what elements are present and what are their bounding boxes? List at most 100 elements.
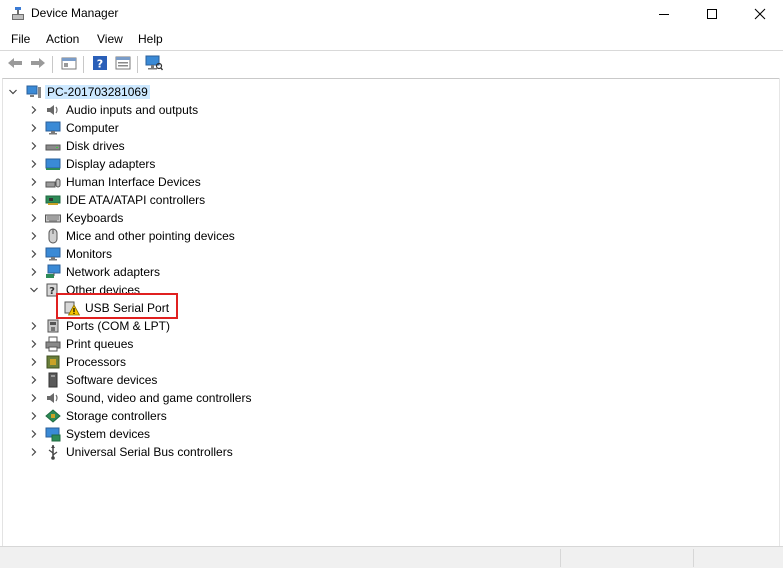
status-bar — [0, 546, 783, 568]
device-manager-window: Device Manager File Action View Help ? P… — [0, 0, 783, 568]
tree-item-audio[interactable]: Audio inputs and outputs — [0, 101, 783, 119]
toolbar-separator — [83, 56, 84, 73]
tree-item-label: Computer — [66, 121, 119, 135]
computer-icon — [45, 120, 61, 136]
hid-icon — [45, 174, 61, 190]
back-button[interactable] — [5, 55, 25, 73]
svg-text:?: ? — [97, 57, 103, 70]
svg-text:?: ? — [49, 286, 55, 297]
tree-item-label: Keyboards — [66, 211, 124, 225]
disk-drive-icon — [45, 138, 61, 154]
minimize-button[interactable] — [641, 0, 687, 28]
tree-item-mice[interactable]: Mice and other pointing devices — [0, 227, 783, 245]
status-divider — [560, 549, 562, 567]
tree-item-label: Print queues — [66, 337, 134, 351]
tree-root[interactable]: PC-201703281069 — [0, 83, 783, 101]
menu-help[interactable]: Help — [138, 32, 163, 46]
tree-item-label: Mice and other pointing devices — [66, 229, 235, 243]
chevron-right-icon[interactable] — [29, 267, 39, 277]
monitor-icon — [45, 246, 61, 262]
help-button[interactable]: ? — [90, 55, 110, 73]
tree-item-label: Storage controllers — [66, 409, 167, 423]
chevron-right-icon[interactable] — [29, 195, 39, 205]
processor-icon — [45, 354, 61, 370]
chevron-right-icon[interactable] — [29, 321, 39, 331]
display-adapter-icon — [45, 156, 61, 172]
chevron-right-icon[interactable] — [29, 429, 39, 439]
tree-item-print-queues[interactable]: Print queues — [0, 335, 783, 353]
scan-hardware-button[interactable] — [144, 55, 164, 73]
tree-item-keyboards[interactable]: Keyboards — [0, 209, 783, 227]
tree-root-label: PC-201703281069 — [45, 85, 150, 99]
menu-file[interactable]: File — [11, 32, 30, 46]
tree-item-software-devices[interactable]: Software devices — [0, 371, 783, 389]
computer-root-icon — [26, 84, 42, 100]
sound-controller-icon — [45, 390, 61, 406]
chevron-right-icon[interactable] — [29, 177, 39, 187]
usb-icon — [45, 444, 61, 460]
tree-item-label: Processors — [66, 355, 127, 369]
tree-item-sound-controllers[interactable]: Sound, video and game controllers — [0, 389, 783, 407]
tree-item-system-devices[interactable]: System devices — [0, 425, 783, 443]
tree-item-usb-controllers[interactable]: Universal Serial Bus controllers — [0, 443, 783, 461]
tree-item-label: Software devices — [66, 373, 158, 387]
title-bar[interactable]: Device Manager — [0, 0, 783, 28]
printer-icon — [45, 336, 61, 352]
console-tree-button[interactable] — [59, 55, 79, 73]
chevron-right-icon[interactable] — [29, 105, 39, 115]
tree-item-label: Display adapters — [66, 157, 156, 171]
chevron-right-icon[interactable] — [29, 447, 39, 457]
network-adapter-icon — [45, 264, 61, 280]
scan-hardware-changes-icon — [145, 55, 164, 74]
tree-item-hid[interactable]: Human Interface Devices — [0, 173, 783, 191]
menu-action[interactable]: Action — [46, 32, 79, 46]
tree-item-label: Sound, video and game controllers — [66, 391, 252, 405]
tree-item-label: Ports (COM & LPT) — [66, 319, 171, 333]
chevron-right-icon[interactable] — [29, 411, 39, 421]
chevron-right-icon[interactable] — [29, 357, 39, 367]
chevron-down-icon[interactable] — [29, 285, 39, 295]
forward-icon — [30, 56, 46, 73]
tree-item-network-adapters[interactable]: Network adapters — [0, 263, 783, 281]
properties-button[interactable] — [113, 55, 133, 73]
mouse-icon — [45, 228, 61, 244]
chevron-right-icon[interactable] — [29, 339, 39, 349]
tree-item-label: System devices — [66, 427, 151, 441]
tree-item-ports[interactable]: Ports (COM & LPT) — [0, 317, 783, 335]
chevron-right-icon[interactable] — [29, 249, 39, 259]
chevron-right-icon[interactable] — [29, 213, 39, 223]
tree-item-label: Disk drives — [66, 139, 125, 153]
tree-item-processors[interactable]: Processors — [0, 353, 783, 371]
tree-item-label: Monitors — [66, 247, 113, 261]
storage-controller-icon — [45, 408, 61, 424]
chevron-right-icon[interactable] — [29, 141, 39, 151]
tree-item-ide-controllers[interactable]: IDE ATA/ATAPI controllers — [0, 191, 783, 209]
help-icon: ? — [92, 55, 108, 74]
chevron-right-icon[interactable] — [29, 123, 39, 133]
forward-button[interactable] — [28, 55, 48, 73]
tree-item-computer[interactable]: Computer — [0, 119, 783, 137]
close-button[interactable] — [737, 0, 783, 28]
tree-item-label: Universal Serial Bus controllers — [66, 445, 233, 459]
tree-item-display-adapters[interactable]: Display adapters — [0, 155, 783, 173]
chevron-down-icon[interactable] — [8, 87, 18, 97]
properties-icon — [115, 56, 131, 73]
chevron-right-icon[interactable] — [29, 231, 39, 241]
chevron-right-icon[interactable] — [29, 393, 39, 403]
tree-item-monitors[interactable]: Monitors — [0, 245, 783, 263]
maximize-button[interactable] — [689, 0, 735, 28]
menu-bar: File Action View Help — [0, 28, 783, 50]
tree-item-label: IDE ATA/ATAPI controllers — [66, 193, 206, 207]
chevron-right-icon[interactable] — [29, 159, 39, 169]
keyboard-icon — [45, 210, 61, 226]
tree-item-label: Human Interface Devices — [66, 175, 201, 189]
tree-item-storage-controllers[interactable]: Storage controllers — [0, 407, 783, 425]
menu-view[interactable]: View — [97, 32, 123, 46]
tree-item-label: Network adapters — [66, 265, 161, 279]
port-icon — [45, 318, 61, 334]
software-device-icon — [45, 372, 61, 388]
tree-item-disk-drives[interactable]: Disk drives — [0, 137, 783, 155]
highlight-annotation-box — [56, 293, 178, 319]
toolbar-separator — [52, 56, 53, 73]
chevron-right-icon[interactable] — [29, 375, 39, 385]
